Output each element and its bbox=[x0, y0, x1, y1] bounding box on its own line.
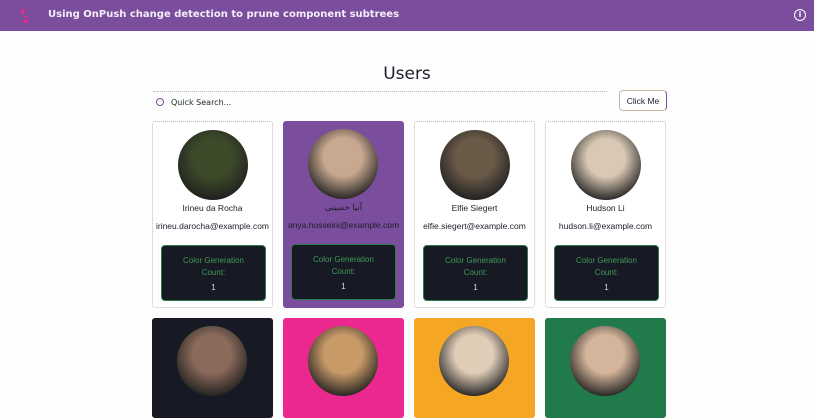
user-avatar bbox=[178, 130, 248, 200]
user-email: hudson.li@example.com bbox=[558, 221, 653, 231]
info-icon[interactable]: i bbox=[794, 9, 806, 21]
counter-value: 1 bbox=[604, 283, 609, 292]
color-generation-counter: Color Generation Count: 1 bbox=[554, 245, 659, 301]
counter-label: Color Generation Count: bbox=[576, 256, 637, 277]
counter-label: Color Generation Count: bbox=[313, 255, 374, 276]
user-card[interactable]: Irineu da Rocha irineu.darocha@example.c… bbox=[152, 121, 273, 308]
user-card[interactable]: Elfie Siegert elfie.siegert@example.com … bbox=[414, 121, 535, 308]
user-avatar bbox=[570, 326, 640, 396]
color-generation-counter: Color Generation Count: 1 bbox=[423, 245, 528, 301]
search-input[interactable] bbox=[171, 94, 591, 110]
user-avatar bbox=[177, 326, 247, 396]
user-avatar bbox=[571, 130, 641, 200]
counter-value: 1 bbox=[211, 283, 216, 292]
user-avatar bbox=[308, 129, 378, 199]
app-logo-icon bbox=[21, 8, 29, 23]
counter-label: Color Generation Count: bbox=[183, 256, 244, 277]
user-avatar bbox=[308, 326, 378, 396]
user-name: Hudson Li bbox=[586, 203, 625, 213]
page-title: Users bbox=[383, 64, 431, 84]
user-card[interactable]: آنیا حسینی anya.hosseini@example.com Col… bbox=[283, 121, 404, 308]
counter-label: Color Generation Count: bbox=[445, 256, 506, 277]
user-name: آنیا حسینی bbox=[324, 202, 363, 212]
user-card[interactable] bbox=[545, 318, 666, 418]
user-email: irineu.darocha@example.com bbox=[155, 221, 270, 231]
user-card[interactable]: Hudson Li hudson.li@example.com Color Ge… bbox=[545, 121, 666, 308]
search-icon bbox=[156, 98, 164, 106]
click-me-button[interactable]: Click Me bbox=[619, 90, 667, 111]
user-name: Irineu da Rocha bbox=[182, 203, 243, 213]
quick-search bbox=[153, 91, 607, 111]
color-generation-counter: Color Generation Count: 1 bbox=[291, 244, 396, 300]
counter-value: 1 bbox=[473, 283, 478, 292]
color-generation-counter: Color Generation Count: 1 bbox=[161, 245, 266, 301]
user-name: Elfie Siegert bbox=[451, 203, 498, 213]
top-bar: Using OnPush change detection to prune c… bbox=[0, 0, 814, 31]
user-email: elfie.siegert@example.com bbox=[423, 221, 526, 231]
user-avatar bbox=[440, 130, 510, 200]
user-card[interactable] bbox=[152, 318, 273, 418]
user-card[interactable] bbox=[414, 318, 535, 418]
app-title: Using OnPush change detection to prune c… bbox=[48, 9, 400, 20]
user-card[interactable] bbox=[283, 318, 404, 418]
user-avatar bbox=[439, 326, 509, 396]
counter-value: 1 bbox=[341, 282, 346, 291]
user-email: anya.hosseini@example.com bbox=[287, 220, 400, 230]
